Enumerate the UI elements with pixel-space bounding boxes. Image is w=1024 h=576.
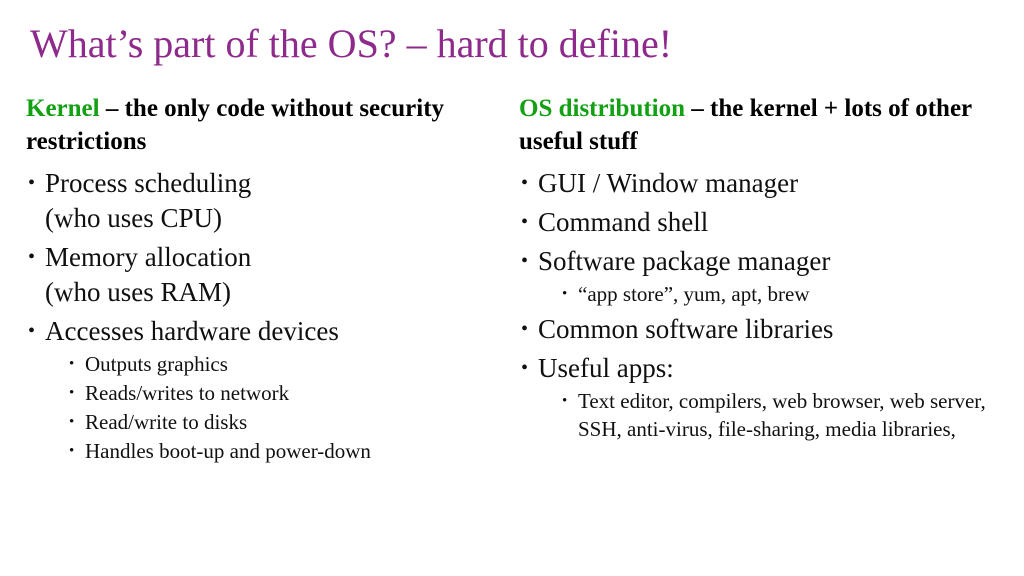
bullet-line-2: (who uses CPU) <box>45 203 223 233</box>
right-bullet-list: GUI / Window manager Command shell Softw… <box>519 166 1014 443</box>
right-column: OS distribution – the kernel + lots of o… <box>519 92 1014 576</box>
left-column: Kernel – the only code without security … <box>26 92 506 576</box>
slide: What’s part of the OS? – hard to define!… <box>0 0 1024 576</box>
list-item: Software package manager “app store”, yu… <box>519 244 1014 308</box>
left-sub-bullet-list: Outputs graphics Reads/writes to network… <box>66 350 506 465</box>
page-title: What’s part of the OS? – hard to define! <box>30 21 673 66</box>
bullet-line-2: (who uses RAM) <box>45 277 231 307</box>
bullet-text: Software package manager <box>538 246 831 276</box>
right-column-heading: OS distribution – the kernel + lots of o… <box>519 92 1014 158</box>
slide-body: Kernel – the only code without security … <box>0 92 1024 576</box>
bullet-line-1: Accesses hardware devices <box>45 316 339 346</box>
sub-list-item: Outputs graphics <box>66 350 506 378</box>
list-item: Useful apps: Text editor, compilers, web… <box>519 351 1014 443</box>
list-item: Accesses hardware devices Outputs graphi… <box>26 314 506 465</box>
list-item: GUI / Window manager <box>519 166 1014 201</box>
sub-list-item: Handles boot-up and power-down <box>66 437 506 465</box>
left-bullet-list: Process scheduling (who uses CPU) Memory… <box>26 166 506 465</box>
list-item: Memory allocation (who uses RAM) <box>26 240 506 310</box>
list-item: Process scheduling (who uses CPU) <box>26 166 506 236</box>
bullet-line-1: Memory allocation <box>45 242 252 272</box>
left-heading-highlight: Kernel <box>26 95 100 122</box>
sub-list-item: “app store”, yum, apt, brew <box>559 280 1014 308</box>
right-heading-highlight: OS distribution <box>519 95 686 122</box>
sub-list-item: Reads/writes to network <box>66 379 506 407</box>
list-item: Common software libraries <box>519 312 1014 347</box>
right-sub-bullet-list: “app store”, yum, apt, brew <box>559 280 1014 308</box>
sub-list-item: Text editor, compilers, web browser, web… <box>559 387 1014 443</box>
list-item: Command shell <box>519 205 1014 240</box>
right-sub-bullet-list: Text editor, compilers, web browser, web… <box>559 387 1014 443</box>
left-column-heading: Kernel – the only code without security … <box>26 92 506 158</box>
bullet-text: Useful apps: <box>538 353 674 383</box>
sub-list-item: Read/write to disks <box>66 408 506 436</box>
bullet-line-1: Process scheduling <box>45 168 252 198</box>
